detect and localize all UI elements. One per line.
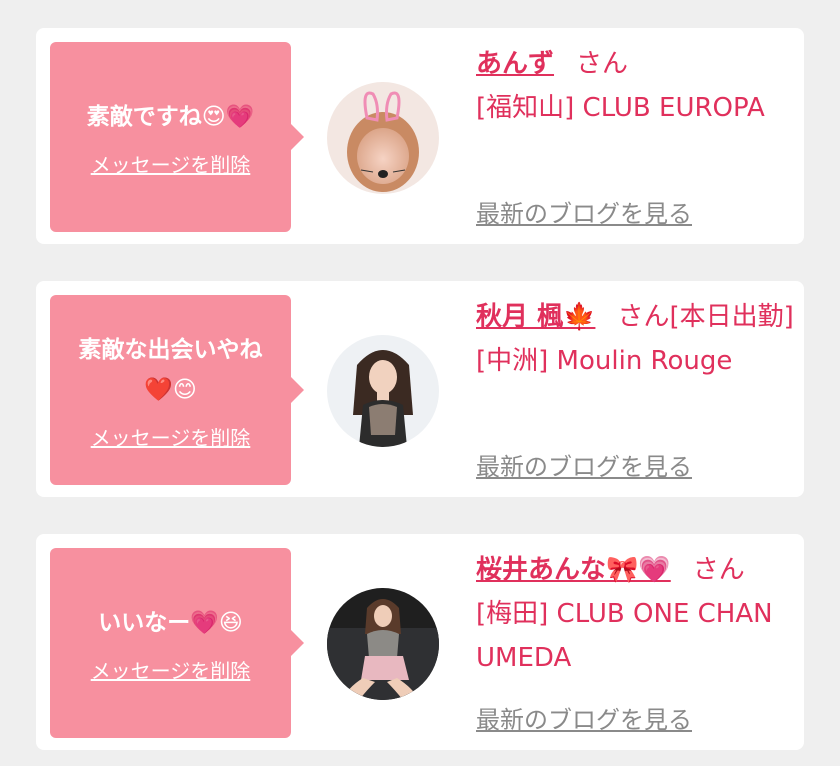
- honorific: さん: [692, 555, 745, 585]
- sender-name-link[interactable]: 秋月 楓🍁: [476, 302, 595, 332]
- avatar-image: [327, 588, 439, 700]
- latest-blog-link[interactable]: 最新のブログを見る: [476, 194, 692, 229]
- message-list: 素敵ですね😍💗 メッセージを削除 あんず さん [福知山] CLUB EUROP…: [0, 0, 840, 766]
- store-label: [中洲] Moulin Rouge: [476, 346, 733, 376]
- message-card: いいなー💗😆 メッセージを削除 桜井あんな🎀💗 さん [梅田] CLUB ONE …: [36, 534, 804, 750]
- avatar-image: [327, 82, 439, 194]
- latest-blog-link[interactable]: 最新のブログを見る: [476, 700, 692, 735]
- latest-blog-link[interactable]: 最新のブログを見る: [476, 447, 692, 482]
- store-label: [福知山] CLUB EUROPA: [476, 93, 765, 123]
- message-card: 素敵ですね😍💗 メッセージを削除 あんず さん [福知山] CLUB EUROP…: [36, 28, 804, 244]
- sender-name-link[interactable]: 桜井あんな🎀💗: [476, 555, 671, 585]
- store-label: [梅田] CLUB ONE CHAN UMEDA: [476, 599, 773, 673]
- sender-info: 桜井あんな🎀💗 さん [梅田] CLUB ONE CHAN UMEDA: [476, 548, 796, 680]
- sender-info: 秋月 楓🍁 さん[本日出勤] [中洲] Moulin Rouge: [476, 295, 796, 383]
- delete-message-link[interactable]: メッセージを削除: [91, 149, 251, 178]
- honorific: さん[本日出勤]: [617, 302, 794, 332]
- message-bubble: いいなー💗😆 メッセージを削除: [50, 548, 304, 738]
- sender-name-link[interactable]: あんず: [476, 49, 554, 79]
- avatar[interactable]: [327, 588, 439, 700]
- message-text: 素敵ですね😍💗: [86, 103, 255, 130]
- delete-message-link[interactable]: メッセージを削除: [91, 655, 251, 684]
- message-bubble: 素敵ですね😍💗 メッセージを削除: [50, 42, 304, 232]
- message-bubble: 素敵な出会いやね❤️😊 メッセージを削除: [50, 295, 304, 485]
- delete-message-link[interactable]: メッセージを削除: [91, 422, 251, 451]
- avatar[interactable]: [327, 82, 439, 194]
- honorific: さん: [576, 49, 629, 79]
- message-card: 素敵な出会いやね❤️😊 メッセージを削除 秋月 楓🍁 さん[本日出勤] [中洲] …: [36, 281, 804, 497]
- avatar[interactable]: [327, 335, 439, 447]
- message-text: 素敵な出会いやね❤️😊: [78, 336, 263, 403]
- sender-info: あんず さん [福知山] CLUB EUROPA: [476, 42, 796, 130]
- message-text: いいなー💗😆: [98, 609, 243, 636]
- avatar-image: [327, 335, 439, 447]
